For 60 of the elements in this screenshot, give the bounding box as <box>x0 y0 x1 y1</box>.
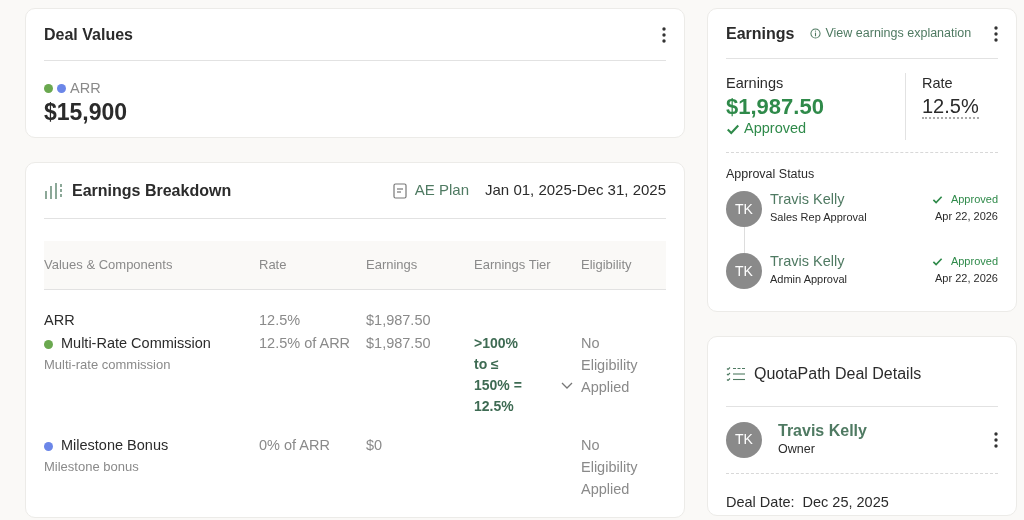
checklist-icon <box>726 366 746 381</box>
earnings-text: $1,987.50 <box>366 335 431 352</box>
check-icon <box>931 256 943 268</box>
more-menu-button[interactable] <box>662 26 666 43</box>
panel-title: Earnings <box>726 23 795 44</box>
approver-role: Sales Rep Approval <box>770 209 867 225</box>
check-icon <box>931 194 943 206</box>
rate-label: Rate <box>922 74 954 93</box>
component-name: Multi-Rate Commission <box>61 334 211 354</box>
panel-title: QuotaPath Deal Details <box>754 363 922 384</box>
date-range: Jan 01, 2025-Dec 31, 2025 <box>485 180 666 201</box>
component-description: Milestone bonus <box>44 458 140 476</box>
column-header: Earnings <box>366 241 474 290</box>
earnings-text: $1,987.50 <box>366 311 431 328</box>
approver-link[interactable]: Travis Kelly <box>770 191 867 209</box>
more-menu-button[interactable] <box>994 431 998 448</box>
approver-link[interactable]: Travis Kelly <box>770 253 848 271</box>
component-name: Milestone Bonus <box>61 436 169 456</box>
document-icon <box>392 182 407 199</box>
column-header: Eligibility <box>581 241 666 290</box>
approver-role: Admin Approval <box>770 271 848 287</box>
earnings-text: $0 <box>366 437 383 454</box>
approval-status: Approved <box>744 118 807 138</box>
chevron-down-icon <box>561 382 573 391</box>
deal-date: Dec 25, 2025 <box>802 492 889 512</box>
avatar: TK <box>726 421 762 458</box>
rate-text: 0% of ARR <box>259 437 330 454</box>
section-title: Approval Status <box>726 165 816 183</box>
approval-status: Approved <box>950 192 998 208</box>
info-icon <box>810 28 822 39</box>
expand-button[interactable] <box>561 382 573 391</box>
panel-title: Deal Values <box>44 24 133 45</box>
explanation-link[interactable]: View earnings explanation <box>810 24 972 43</box>
deal-value: $15,900 <box>44 99 129 126</box>
component-description: Multi-rate commission <box>44 356 172 374</box>
rate-value: 12.5% <box>922 94 979 119</box>
column-header: Values & Components <box>44 241 259 290</box>
approval-date: Apr 22, 2026 <box>934 208 998 224</box>
eligibility-text: No Eligibility Applied <box>581 437 638 497</box>
column-header: Earnings Tier <box>474 241 581 290</box>
approval-status: Approved <box>950 254 998 270</box>
rate-text: 12.5% <box>259 311 301 328</box>
owner-link[interactable]: Travis Kelly <box>778 421 867 441</box>
panel-title: Earnings Breakdown <box>72 180 232 201</box>
eligibility-text: No Eligibility Applied <box>581 335 638 395</box>
earnings-label: Earnings <box>726 74 785 93</box>
avatar: TK <box>726 253 762 290</box>
rate-text: 12.5% of ARR <box>259 335 351 352</box>
bar-chart-icon <box>44 181 64 200</box>
owner-role: Owner <box>778 441 816 459</box>
more-menu-button[interactable] <box>994 25 998 42</box>
approval-date: Apr 22, 2026 <box>934 270 998 286</box>
value-label: ARR <box>70 79 101 98</box>
tier-text: >100% to ≤ 150% = 12.5% <box>474 334 523 417</box>
avatar: TK <box>726 191 762 228</box>
plan-link[interactable]: AE Plan <box>392 179 470 202</box>
earnings-amount: $1,987.50 <box>726 94 825 118</box>
value-name: ARR <box>44 311 75 328</box>
column-header: Rate <box>259 241 366 290</box>
deal-date-label: Deal Date: <box>726 492 795 512</box>
